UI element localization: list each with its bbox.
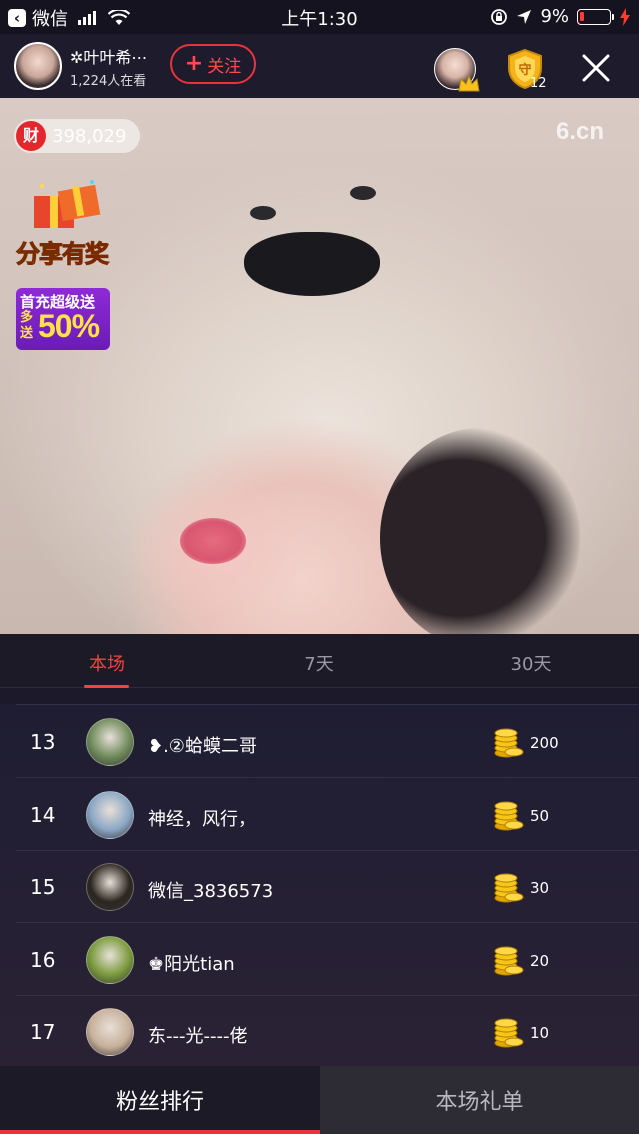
fan-avatar[interactable] bbox=[86, 1008, 134, 1056]
wealth-icon: 财 bbox=[16, 121, 46, 151]
live-video[interactable]: 财 398,029 6.cn 分享有奖 首充超级送 多送 50% bbox=[0, 98, 639, 634]
rank-number: 13 bbox=[30, 730, 56, 754]
rank-number: 16 bbox=[30, 947, 56, 972]
fan-avatar[interactable] bbox=[86, 935, 134, 984]
bear-eye-left bbox=[250, 206, 276, 220]
bottom-tab-indicator bbox=[0, 1130, 320, 1134]
battery-icon bbox=[577, 8, 614, 25]
ranking-row[interactable]: 14 神经，风行， 50 bbox=[0, 779, 639, 851]
fan-avatar[interactable] bbox=[86, 790, 134, 839]
follow-button[interactable]: + 关注 bbox=[170, 44, 256, 84]
close-icon[interactable] bbox=[580, 52, 612, 84]
tab-30-days[interactable]: 30天 bbox=[491, 650, 571, 676]
status-bar: ‹ 微信 上午1:30 9% bbox=[0, 0, 639, 34]
first-recharge-promo[interactable]: 首充超级送 多送 50% bbox=[16, 288, 110, 350]
wealth-badge: 财 398,029 bbox=[14, 119, 141, 153]
gold-coins-icon bbox=[494, 1018, 524, 1048]
gold-coins-icon bbox=[494, 873, 524, 903]
fan-name[interactable]: 微信_3836573 bbox=[148, 877, 273, 903]
rotation-lock-icon bbox=[491, 8, 508, 25]
bear-eye-right bbox=[350, 186, 376, 200]
rank-number: 17 bbox=[30, 1020, 56, 1044]
fan-avatar[interactable] bbox=[86, 863, 134, 911]
ranking-period-tabs: 本场 7天 30天 bbox=[0, 634, 639, 688]
viewer-count: 1,224人在看 bbox=[70, 74, 147, 89]
share-reward-banner[interactable]: 分享有奖 bbox=[16, 234, 110, 269]
coin-amount: 50 bbox=[530, 806, 550, 825]
wealth-value: 398,029 bbox=[52, 125, 127, 147]
host-name[interactable]: ✲叶叶希⋯ bbox=[70, 44, 147, 68]
gold-coins-icon bbox=[494, 801, 524, 830]
promo-percent: 50% bbox=[38, 308, 100, 344]
video-hair-shape bbox=[380, 428, 580, 634]
tab-fans-ranking[interactable]: 粉丝排行 bbox=[0, 1066, 320, 1134]
platform-watermark: 6.cn bbox=[556, 118, 605, 145]
list-divider bbox=[16, 704, 638, 705]
fan-name[interactable]: 神经，风行， bbox=[148, 805, 256, 831]
bear-nose-shape bbox=[244, 232, 380, 296]
tab-7-days[interactable]: 7天 bbox=[279, 650, 359, 676]
plus-icon: + bbox=[184, 51, 204, 76]
coin-amount: 10 bbox=[530, 1024, 550, 1042]
battery-percent: 9% bbox=[540, 6, 569, 27]
tab-gift-list[interactable]: 本场礼单 bbox=[320, 1066, 639, 1134]
coin-amount: 20 bbox=[530, 951, 550, 970]
fan-name[interactable]: ♚阳光tian bbox=[148, 950, 235, 976]
rank-number: 15 bbox=[30, 875, 56, 899]
video-lips-shape bbox=[180, 518, 246, 564]
coin-amount: 200 bbox=[530, 734, 559, 752]
fan-ranking-list[interactable]: 13 ❥.②蛤蟆二哥 200 14 神经，风行， 50 15 微信_3836573 30 16 ♚阳… bbox=[0, 704, 639, 1066]
fan-name[interactable]: 东---光----佬 bbox=[148, 1022, 247, 1048]
promo-extra: 多送 bbox=[20, 310, 34, 341]
gift-box-icon[interactable] bbox=[30, 178, 104, 232]
gold-coins-icon bbox=[494, 728, 524, 758]
ranking-row[interactable]: 13 ❥.②蛤蟆二哥 200 bbox=[0, 706, 639, 778]
gold-coins-icon bbox=[494, 946, 524, 975]
ranking-row[interactable]: 16 ♚阳光tian 20 bbox=[0, 924, 639, 996]
fan-name[interactable]: ❥.②蛤蟆二哥 bbox=[148, 732, 257, 758]
fan-avatar[interactable] bbox=[86, 718, 134, 766]
rank-number: 14 bbox=[30, 802, 56, 827]
ranking-row[interactable]: 15 微信_3836573 30 bbox=[0, 851, 639, 923]
fans-ranking-label: 粉丝排行 bbox=[115, 1090, 204, 1115]
coin-amount: 30 bbox=[530, 879, 550, 897]
crown-icon bbox=[458, 74, 480, 92]
charging-bolt-icon bbox=[620, 7, 630, 26]
host-avatar[interactable] bbox=[14, 42, 62, 90]
gift-list-label: 本场礼单 bbox=[435, 1090, 524, 1115]
location-icon bbox=[517, 9, 532, 24]
follow-label: 关注 bbox=[207, 56, 242, 77]
ranking-row[interactable]: 17 东---光----佬 10 bbox=[0, 996, 639, 1066]
guard-count: 12 bbox=[530, 76, 547, 91]
active-tab-indicator bbox=[84, 685, 129, 688]
status-right: 9% bbox=[490, 6, 631, 27]
tab-this-session[interactable]: 本场 bbox=[67, 650, 147, 676]
live-header: ✲叶叶希⋯ 1,224人在看 + 关注 守 12 bbox=[0, 34, 639, 98]
